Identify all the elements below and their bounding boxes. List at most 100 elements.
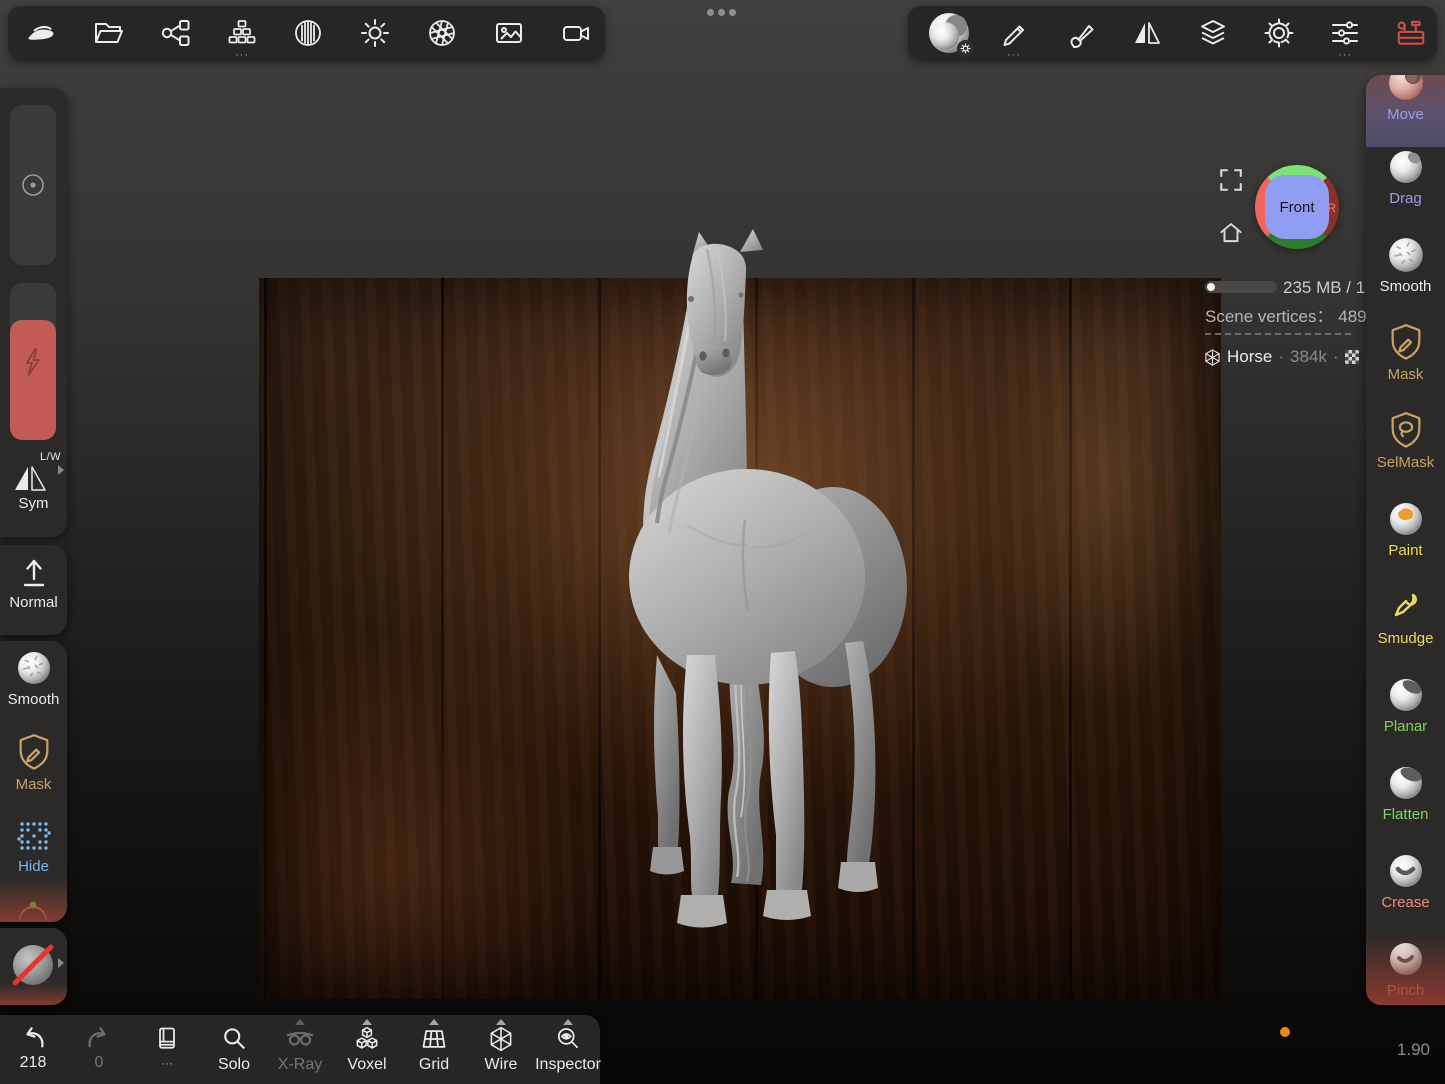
tool-mask-label: Mask [1366, 366, 1445, 383]
symmetry-icon[interactable] [1119, 6, 1175, 60]
notification-dot [1280, 1027, 1290, 1037]
horse-model [595, 225, 915, 950]
camera-icon[interactable] [548, 6, 604, 60]
symmetry-expand-arrow[interactable] [58, 465, 64, 475]
selmask-shield-icon [1388, 411, 1424, 451]
bottom-toolbar: 218 0 ··· Solo X-Ray [0, 1015, 600, 1084]
arrow-up-icon [19, 555, 49, 591]
memory-progress-bar [1205, 281, 1277, 293]
scene-object-row[interactable]: Horse · 384k · [1204, 347, 1359, 367]
home-icon[interactable] [1218, 220, 1244, 246]
falloff-expand-arrow[interactable] [58, 958, 64, 968]
brush-radius-slider[interactable] [10, 105, 56, 265]
mesh-sphere-icon [1204, 349, 1221, 366]
tool-planar-label: Planar [1366, 718, 1445, 735]
stats-separator [1205, 333, 1351, 335]
tool-smudge[interactable]: Smudge [1366, 587, 1445, 647]
fullscreen-icon[interactable] [1218, 167, 1244, 193]
history-more-dots: ··· [161, 1056, 173, 1070]
nomad-logo-icon[interactable] [13, 6, 69, 60]
drag-handle-dots-icon[interactable] [707, 9, 736, 16]
tool-planar[interactable]: Planar [1366, 675, 1445, 735]
move-sphere-icon [1386, 75, 1426, 103]
viewport-canvas[interactable]: 235 MB / 1.4 Scene vertices： 489k Horse … [0, 60, 1445, 1015]
inspector-button[interactable]: Inspector [536, 1015, 600, 1084]
stroke-pencil-icon[interactable]: ··· [986, 6, 1042, 60]
brush-intensity-slider[interactable] [10, 283, 56, 440]
nomad-sculpt-app: 235 MB / 1.4 Scene vertices： 489k Horse … [0, 0, 1445, 1084]
panel-fade [0, 983, 67, 1005]
layers-icon[interactable] [1185, 6, 1241, 60]
inspector-eye-icon [554, 1025, 582, 1053]
view-orientation-gizmo[interactable]: Front R [1255, 165, 1339, 249]
gizmo-front-face[interactable]: Front [1265, 175, 1329, 239]
top-right-toolbar: ··· [908, 6, 1437, 60]
mask-shield-icon [1388, 323, 1424, 363]
memory-progress-dot [1207, 283, 1215, 291]
xray-button[interactable]: X-Ray [268, 1015, 332, 1084]
grid-button[interactable]: Grid [402, 1015, 466, 1084]
tool-selmask[interactable]: SelMask [1366, 411, 1445, 471]
active-tool-sphere-icon[interactable] [918, 6, 980, 60]
undo-count: 218 [20, 1054, 47, 1072]
tool-drag-label: Drag [1366, 190, 1445, 207]
xray-label: X-Ray [278, 1056, 322, 1074]
falloff-panel [0, 928, 67, 1005]
tool-move[interactable]: Move [1366, 75, 1445, 123]
redo-count: 0 [95, 1054, 104, 1072]
tool-flatten[interactable]: Flatten [1366, 763, 1445, 823]
quick-tool-hide[interactable]: Hide [0, 817, 67, 875]
stroke-mode-label: Normal [0, 594, 67, 611]
quick-mask-label: Mask [0, 776, 67, 793]
symmetry-button[interactable]: L/W Sym [0, 451, 67, 521]
wire-button[interactable]: Wire [469, 1015, 533, 1084]
scene-vertices: Scene vertices： 489k [1205, 302, 1375, 327]
tool-paint[interactable]: Paint [1366, 499, 1445, 559]
stroke-normal-button[interactable]: Normal [0, 555, 67, 611]
settings-gear-icon[interactable] [1251, 6, 1307, 60]
wireframe-icon [487, 1025, 515, 1053]
lighting-icon[interactable] [347, 6, 403, 60]
smooth-sphere-icon [15, 649, 53, 687]
tool-smooth[interactable]: Smooth [1366, 235, 1445, 295]
materials-icon[interactable]: ··· [214, 6, 270, 60]
flatten-sphere-icon [1386, 763, 1426, 803]
crease-sphere-icon [1386, 851, 1426, 891]
solo-button[interactable]: Solo [202, 1015, 266, 1084]
quick-tool-mask[interactable]: Mask [0, 733, 67, 793]
tool-sliders-icon[interactable]: ··· [1317, 6, 1373, 60]
symmetry-triangle-icon [12, 463, 48, 493]
voxel-label: Voxel [347, 1056, 386, 1074]
toolbox-icon[interactable] [1383, 6, 1439, 60]
wire-expand-hint [496, 1019, 506, 1025]
panel-fade [1366, 933, 1445, 1005]
files-icon[interactable] [80, 6, 136, 60]
undo-icon [18, 1025, 48, 1051]
background-image-icon[interactable] [481, 6, 537, 60]
quick-tool-smooth[interactable]: Smooth [0, 649, 67, 708]
quick-smooth-label: Smooth [0, 691, 67, 708]
tool-crease[interactable]: Crease [1366, 851, 1445, 911]
grid-expand-hint [429, 1019, 439, 1025]
symmetry-label: Sym [0, 495, 67, 512]
smooth-sphere-icon [1386, 235, 1426, 275]
tool-move-label: Move [1366, 106, 1445, 123]
grid-label: Grid [419, 1056, 449, 1074]
history-button[interactable]: ··· [135, 1015, 199, 1084]
gizmo-right-axis[interactable]: R [1327, 201, 1336, 215]
tool-paint-label: Paint [1366, 542, 1445, 559]
undo-button[interactable]: 218 [1, 1015, 65, 1084]
painting-icon[interactable] [1053, 6, 1109, 60]
tool-drag[interactable]: Drag [1366, 147, 1445, 207]
scene-graph-icon[interactable] [147, 6, 203, 60]
postprocess-icon[interactable] [414, 6, 470, 60]
inspector-label: Inspector [535, 1056, 601, 1074]
tool-mask[interactable]: Mask [1366, 323, 1445, 383]
redo-button[interactable]: 0 [67, 1015, 131, 1084]
xray-glasses-icon [285, 1025, 315, 1053]
voxel-button[interactable]: Voxel [335, 1015, 399, 1084]
tool-settings-badge-gear-icon[interactable] [957, 40, 974, 57]
environment-icon[interactable] [280, 6, 336, 60]
redo-icon [84, 1025, 114, 1051]
memory-usage: 235 MB / 1.4 [1283, 278, 1379, 298]
